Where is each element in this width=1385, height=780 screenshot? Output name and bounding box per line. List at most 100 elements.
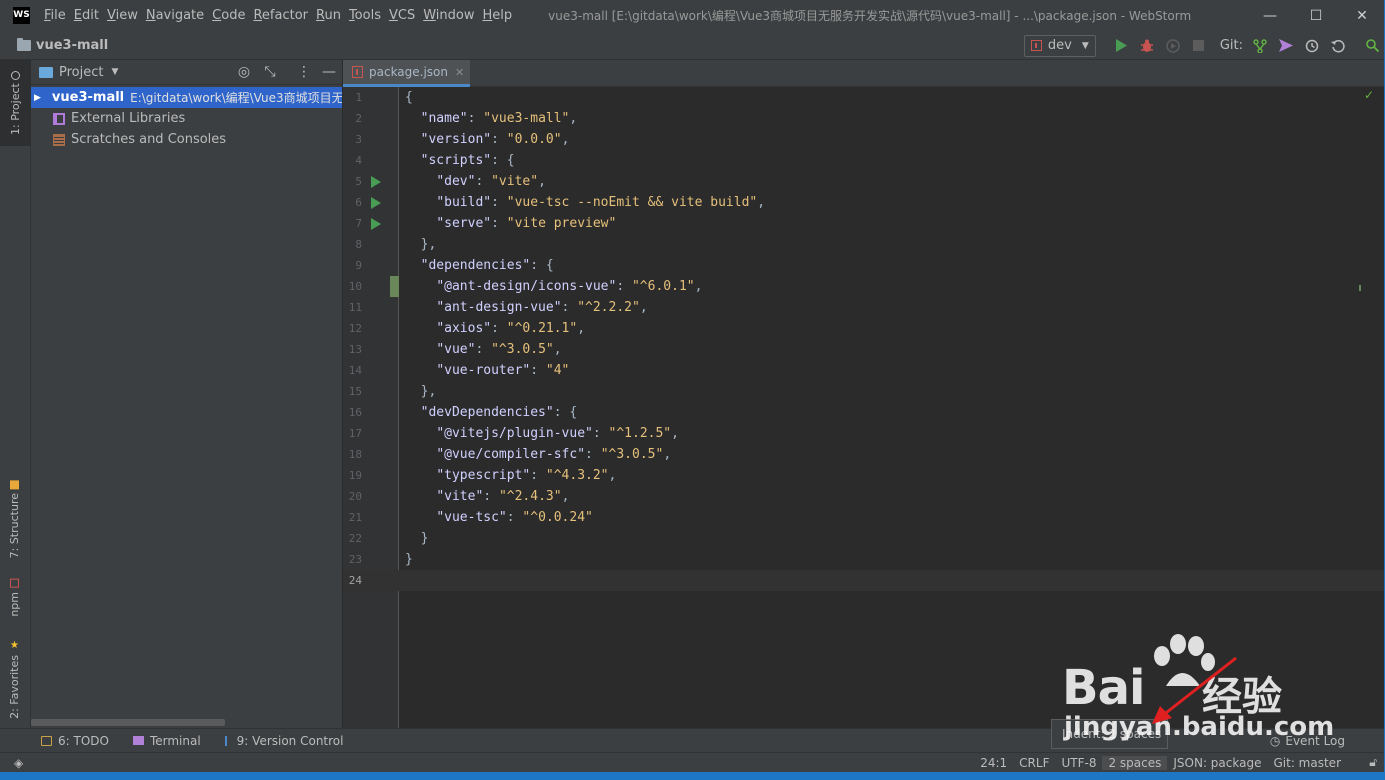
code-line[interactable]: 12 "axios": "^0.21.1", bbox=[343, 318, 1385, 339]
event-log-icon: ◷ bbox=[1269, 734, 1281, 748]
code-line[interactable]: 18 "@vue/compiler-sfc": "^3.0.5", bbox=[343, 444, 1385, 465]
line-number: 7 bbox=[355, 217, 362, 230]
code-line[interactable]: 7 "serve": "vite preview" bbox=[343, 213, 1385, 234]
maximize-button[interactable]: ☐ bbox=[1293, 0, 1339, 31]
tool-window-project-label: 1: Project bbox=[9, 83, 22, 136]
more-options-icon[interactable]: ⋮ bbox=[296, 64, 312, 80]
file-encoding[interactable]: UTF-8 bbox=[1055, 756, 1102, 770]
code-line[interactable]: 19 "typescript": "^4.3.2", bbox=[343, 465, 1385, 486]
menu-help[interactable]: Help bbox=[481, 0, 519, 31]
history-icon[interactable] bbox=[1299, 33, 1325, 59]
code-line[interactable]: 16 "devDependencies": { bbox=[343, 402, 1385, 423]
terminal-button[interactable]: Terminal bbox=[132, 734, 201, 748]
minimize-button[interactable]: — bbox=[1247, 0, 1293, 31]
menu-file[interactable]: File bbox=[42, 0, 72, 31]
expand-arrow-icon[interactable]: ▶ bbox=[34, 93, 41, 103]
code-line[interactable]: 13 "vue": "^3.0.5", bbox=[343, 339, 1385, 360]
menu-run[interactable]: Run bbox=[314, 0, 347, 31]
line-number: 2 bbox=[355, 112, 362, 125]
menu-window[interactable]: Window bbox=[421, 0, 480, 31]
line-number: 1 bbox=[355, 91, 362, 104]
menu-edit[interactable]: Edit bbox=[72, 0, 105, 31]
code-line[interactable]: 6 "build": "vue-tsc --noEmit && vite bui… bbox=[343, 192, 1385, 213]
menu-vcs[interactable]: VCS bbox=[387, 0, 421, 31]
git-push-icon[interactable] bbox=[1273, 33, 1299, 59]
status-bar: ◈ 24:1 CRLF UTF-8 2 spaces JSON: package… bbox=[0, 752, 1385, 772]
code-text: { bbox=[405, 90, 413, 105]
json-schema[interactable]: JSON: package bbox=[1167, 756, 1267, 770]
tree-item-external-libraries[interactable]: External Libraries bbox=[31, 108, 342, 129]
code-line[interactable]: 17 "@vitejs/plugin-vue": "^1.2.5", bbox=[343, 423, 1385, 444]
code-line[interactable]: 11 "ant-design-vue": "^2.2.2", bbox=[343, 297, 1385, 318]
code-line[interactable]: 9 "dependencies": { bbox=[343, 255, 1385, 276]
line-separator[interactable]: CRLF bbox=[1013, 756, 1055, 770]
close-button[interactable]: ✕ bbox=[1339, 0, 1385, 31]
todo-button[interactable]: 6: TODO bbox=[41, 734, 109, 748]
run-script-icon[interactable] bbox=[371, 197, 381, 209]
modified-line-marker[interactable] bbox=[390, 276, 399, 297]
line-number: 18 bbox=[348, 448, 362, 461]
git-update-icon[interactable] bbox=[1247, 33, 1273, 59]
hide-panel-icon[interactable]: — bbox=[321, 64, 337, 80]
git-branch[interactable]: Git: master bbox=[1267, 756, 1347, 770]
layers-icon[interactable]: ◈ bbox=[14, 756, 23, 770]
git-label: Git: bbox=[1219, 38, 1243, 53]
code-line[interactable]: 24 bbox=[343, 570, 1385, 591]
code-line[interactable]: 15 }, bbox=[343, 381, 1385, 402]
tool-window-project[interactable]: 1: Project bbox=[0, 60, 31, 146]
nav-project-breadcrumb[interactable]: vue3-mall bbox=[17, 37, 108, 53]
tool-window-favorites[interactable]: 2: Favorites ★ bbox=[8, 640, 21, 719]
debug-icon[interactable] bbox=[1134, 33, 1160, 59]
menu-navigate[interactable]: Navigate bbox=[144, 0, 210, 31]
rollback-icon[interactable] bbox=[1325, 33, 1351, 59]
stop-icon[interactable] bbox=[1186, 33, 1212, 59]
code-line[interactable]: 21 "vue-tsc": "^0.0.24" bbox=[343, 507, 1385, 528]
menu-view[interactable]: View bbox=[105, 0, 144, 31]
code-text: "@vitejs/plugin-vue": "^1.2.5", bbox=[436, 426, 679, 441]
chevron-down-icon: ▼ bbox=[1081, 40, 1089, 51]
run-icon[interactable] bbox=[1108, 33, 1134, 59]
run-with-coverage-icon[interactable] bbox=[1160, 33, 1186, 59]
version-control-button[interactable]: 9: Version Control bbox=[224, 734, 343, 748]
project-view-selector[interactable]: Project ▼ bbox=[39, 65, 118, 80]
tree-item-scratches[interactable]: Scratches and Consoles bbox=[31, 129, 342, 150]
run-script-icon[interactable] bbox=[371, 176, 381, 188]
code-line[interactable]: 20 "vite": "^2.4.3", bbox=[343, 486, 1385, 507]
menu-tools[interactable]: Tools bbox=[347, 0, 387, 31]
code-text: "axios": "^0.21.1", bbox=[436, 321, 586, 336]
event-log-button[interactable]: ◷ Event Log bbox=[1270, 734, 1345, 748]
line-number: 24 bbox=[348, 574, 362, 587]
code-line[interactable]: 10 "@ant-design/icons-vue": "^6.0.1", bbox=[343, 276, 1385, 297]
code-text: "vue-tsc": "^0.0.24" bbox=[436, 510, 593, 525]
menu-code[interactable]: Code bbox=[210, 0, 251, 31]
code-editor[interactable]: 1{2 "name": "vue3-mall", 3 "version": "0.… bbox=[343, 87, 1385, 728]
left-tool-stripe: 1: Project 7: Structure npm 2: Favorites… bbox=[0, 60, 31, 728]
line-number: 5 bbox=[355, 175, 362, 188]
code-line[interactable]: 2 "name": "vue3-mall", bbox=[343, 108, 1385, 129]
caret-position[interactable]: 24:1 bbox=[974, 756, 1013, 770]
close-tab-icon[interactable]: ✕ bbox=[455, 66, 464, 79]
code-line[interactable]: 8 }, bbox=[343, 234, 1385, 255]
search-icon[interactable] bbox=[1359, 33, 1385, 59]
run-config-select[interactable]: dev ▼ bbox=[1023, 34, 1096, 57]
tab-package-json[interactable]: package.json ✕ bbox=[343, 60, 470, 87]
tree-item-project-root[interactable]: ▶ vue3-mall E:\gitdata\work\编程\Vue3商城项目无 bbox=[31, 87, 342, 108]
locate-file-icon[interactable]: ◎ bbox=[236, 64, 252, 80]
code-line[interactable]: 23} bbox=[343, 549, 1385, 570]
code-line[interactable]: 14 "vue-router": "4" bbox=[343, 360, 1385, 381]
code-line[interactable]: 22 } bbox=[343, 528, 1385, 549]
code-line[interactable]: 5 "dev": "vite", bbox=[343, 171, 1385, 192]
run-script-icon[interactable] bbox=[371, 218, 381, 230]
title-bar: WS File Edit View Navigate Code Refactor… bbox=[0, 0, 1385, 31]
code-line[interactable]: 4 "scripts": { bbox=[343, 150, 1385, 171]
navigation-bar: vue3-mall dev ▼ Git: bbox=[0, 31, 1385, 60]
tool-window-structure[interactable]: 7: Structure bbox=[8, 480, 21, 558]
indent-setting[interactable]: 2 spaces bbox=[1102, 756, 1168, 770]
lock-icon[interactable]: 🔓︎ bbox=[1369, 755, 1377, 770]
code-line[interactable]: 3 "version": "0.0.0", bbox=[343, 129, 1385, 150]
horizontal-scrollbar[interactable] bbox=[31, 719, 225, 726]
menu-refactor[interactable]: Refactor bbox=[251, 0, 314, 31]
collapse-all-icon[interactable]: ⤡ bbox=[262, 64, 278, 80]
code-line[interactable]: 1{ bbox=[343, 87, 1385, 108]
tool-window-npm[interactable]: npm bbox=[8, 579, 21, 617]
